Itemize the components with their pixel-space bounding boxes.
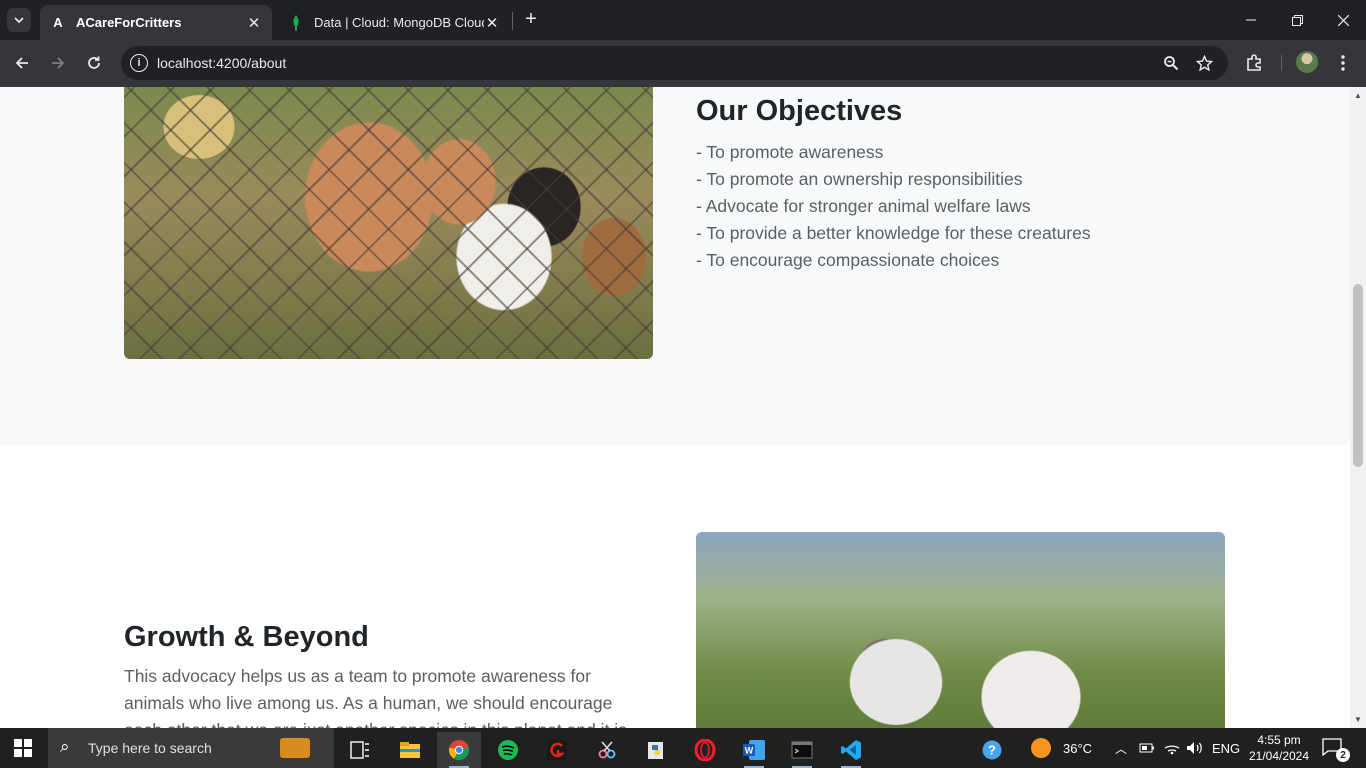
- temperature-text: 36°C: [1063, 740, 1093, 756]
- vscode-icon[interactable]: [829, 732, 873, 768]
- chevron-down-icon: [14, 17, 24, 24]
- taskbar-search-box[interactable]: ⌕ Type here to search: [48, 728, 334, 768]
- garena-icon[interactable]: [535, 732, 579, 768]
- search-placeholder: Type here to search: [88, 740, 212, 756]
- tab-search-button[interactable]: [7, 8, 31, 32]
- arrow-right-icon: [52, 57, 65, 69]
- briefcase-icon: [280, 738, 310, 758]
- chain-link-fence-overlay: [124, 87, 653, 359]
- angular-favicon-icon: A: [53, 15, 63, 30]
- dogs-behind-fence-image: [124, 87, 653, 359]
- file-explorer-icon[interactable]: [388, 732, 432, 768]
- language-indicator[interactable]: ENG: [1212, 728, 1240, 768]
- task-view-icon[interactable]: [338, 732, 382, 768]
- close-tab-icon[interactable]: ✕: [246, 15, 262, 32]
- show-hidden-icons-button[interactable]: ︿: [1115, 728, 1127, 768]
- scroll-up-icon[interactable]: ▲: [1354, 91, 1362, 100]
- forward-button[interactable]: [45, 50, 71, 76]
- python-icon[interactable]: [634, 732, 678, 768]
- page-viewport: Our Objectives - To promote awareness - …: [0, 87, 1350, 728]
- browser-toolbar: i localhost:4200/about: [0, 40, 1366, 87]
- site-info-icon[interactable]: i: [130, 54, 148, 72]
- minimize-button[interactable]: [1228, 0, 1274, 40]
- reload-button[interactable]: [81, 50, 107, 76]
- volume-icon[interactable]: [1186, 728, 1204, 768]
- objectives-list: - To promote awareness - To promote an o…: [696, 139, 1091, 274]
- tab-mongodb-cloud[interactable]: Data | Cloud: MongoDB Cloud ✕: [278, 5, 510, 40]
- search-icon: ⌕: [60, 737, 70, 756]
- objective-item: - To promote awareness: [696, 142, 884, 162]
- word-icon[interactable]: W: [732, 732, 776, 768]
- objective-item: - To promote an ownership responsibiliti…: [696, 169, 1023, 189]
- tab-strip: A ACareForCritters ✕ Data | Cloud: Mongo…: [0, 0, 1366, 40]
- snipping-tool-icon[interactable]: [585, 732, 629, 768]
- tab-title: ACareForCritters: [76, 15, 182, 30]
- scroll-down-icon[interactable]: ▼: [1354, 715, 1362, 724]
- puzzle-icon: [1247, 54, 1261, 71]
- windows-taskbar: ⌕ Type here to search W ? 36°C ︿ ENG 4:5…: [0, 728, 1366, 768]
- svg-text:W: W: [745, 746, 754, 756]
- battery-icon[interactable]: [1139, 728, 1155, 768]
- bookmark-star-icon[interactable]: [1193, 52, 1215, 74]
- weather-widget[interactable]: 36°C: [1031, 728, 1092, 768]
- mongodb-leaf-icon: [288, 14, 304, 31]
- back-button[interactable]: [9, 50, 35, 76]
- svg-text:?: ?: [988, 743, 996, 758]
- restore-icon: [1291, 14, 1303, 26]
- kebab-menu-icon: [1341, 55, 1345, 71]
- page-scrollbar[interactable]: ▲ ▼: [1350, 87, 1366, 728]
- kittens-in-grass-image: [696, 532, 1225, 728]
- tab-title: Data | Cloud: MongoDB Cloud: [314, 15, 484, 30]
- new-tab-button[interactable]: +: [520, 8, 542, 30]
- address-bar[interactable]: i localhost:4200/about: [121, 46, 1228, 80]
- windows-start-icon[interactable]: [14, 739, 32, 757]
- tab-divider: [512, 12, 513, 30]
- chevron-up-icon: ︿: [1115, 741, 1128, 756]
- chrome-icon[interactable]: [437, 732, 481, 768]
- taskbar-clock[interactable]: 4:55 pm 21/04/2024: [1244, 732, 1314, 764]
- help-icon[interactable]: ?: [970, 732, 1014, 768]
- clock-time: 4:55 pm: [1257, 733, 1301, 747]
- restore-button[interactable]: [1274, 0, 1320, 40]
- browser-menu-button[interactable]: [1330, 50, 1356, 76]
- opera-icon[interactable]: [683, 732, 727, 768]
- close-icon: [1337, 14, 1349, 26]
- close-window-button[interactable]: [1320, 0, 1366, 40]
- notification-count-badge: 2: [1336, 748, 1350, 762]
- close-tab-icon[interactable]: ✕: [484, 15, 500, 32]
- objective-item: - To provide a better knowledge for thes…: [696, 223, 1091, 243]
- growth-heading: Growth & Beyond: [124, 621, 369, 653]
- growth-paragraph: This advocacy helps us as a team to prom…: [124, 666, 627, 728]
- objective-item: - To encourage compassionate choices: [696, 250, 1000, 270]
- minimize-icon: [1246, 19, 1256, 21]
- reload-icon: [88, 56, 100, 69]
- extensions-button[interactable]: [1241, 50, 1267, 76]
- terminal-icon[interactable]: [780, 732, 824, 768]
- spotify-icon[interactable]: [486, 732, 530, 768]
- sun-weather-icon: [1031, 738, 1051, 758]
- objectives-section: Our Objectives - To promote awareness - …: [0, 87, 1350, 445]
- url-text[interactable]: localhost:4200/about: [157, 55, 286, 71]
- profile-avatar[interactable]: [1296, 51, 1318, 73]
- scrollbar-thumb[interactable]: [1353, 284, 1363, 467]
- wifi-icon[interactable]: [1164, 728, 1180, 768]
- toolbar-divider: [1281, 55, 1282, 71]
- objective-item: - Advocate for stronger animal welfare l…: [696, 196, 1031, 216]
- objectives-heading: Our Objectives: [696, 95, 903, 127]
- clock-date: 21/04/2024: [1248, 749, 1310, 763]
- arrow-left-icon: [15, 57, 28, 69]
- zoom-icon[interactable]: [1160, 52, 1182, 74]
- tab-acareforcritters[interactable]: A ACareForCritters ✕: [40, 5, 272, 40]
